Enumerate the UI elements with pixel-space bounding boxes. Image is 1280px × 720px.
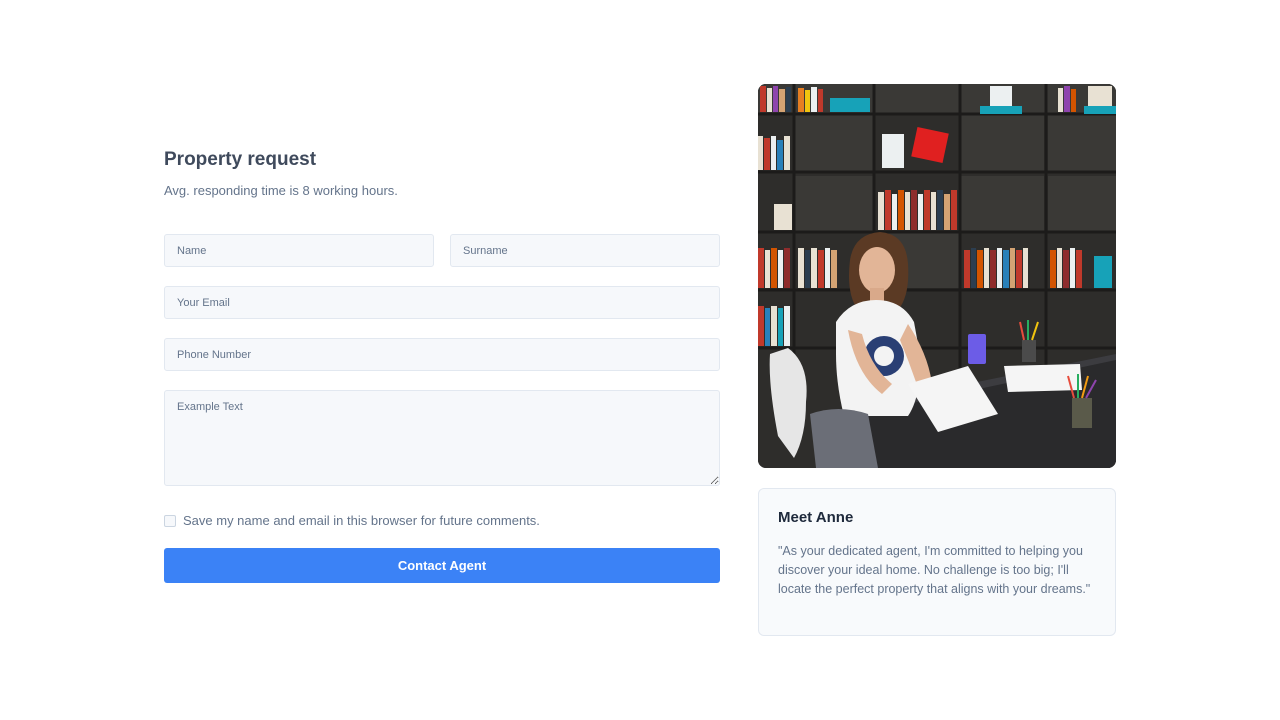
email-input[interactable]: [164, 286, 720, 319]
consent-checkbox[interactable]: [164, 514, 176, 527]
form-subtitle: Avg. responding time is 8 working hours.: [164, 183, 398, 198]
consent-label[interactable]: Save my name and email in this browser f…: [183, 513, 540, 528]
contact-agent-button[interactable]: Contact Agent: [164, 548, 720, 583]
name-row: [164, 234, 720, 267]
message-textarea[interactable]: [164, 390, 720, 486]
agent-card: Meet Anne "As your dedicated agent, I'm …: [758, 488, 1116, 636]
agent-photo: [758, 84, 1116, 468]
agent-name: Meet Anne: [778, 509, 854, 526]
consent-row: Save my name and email in this browser f…: [164, 513, 720, 528]
page: Property request Avg. responding time is…: [0, 0, 1280, 720]
property-request-form: Property request Avg. responding time is…: [164, 148, 720, 583]
form-title: Property request: [164, 149, 317, 170]
name-input[interactable]: [164, 234, 434, 267]
phone-input[interactable]: [164, 338, 720, 371]
surname-input[interactable]: [450, 234, 720, 267]
agent-quote: "As your dedicated agent, I'm committed …: [778, 544, 1091, 596]
